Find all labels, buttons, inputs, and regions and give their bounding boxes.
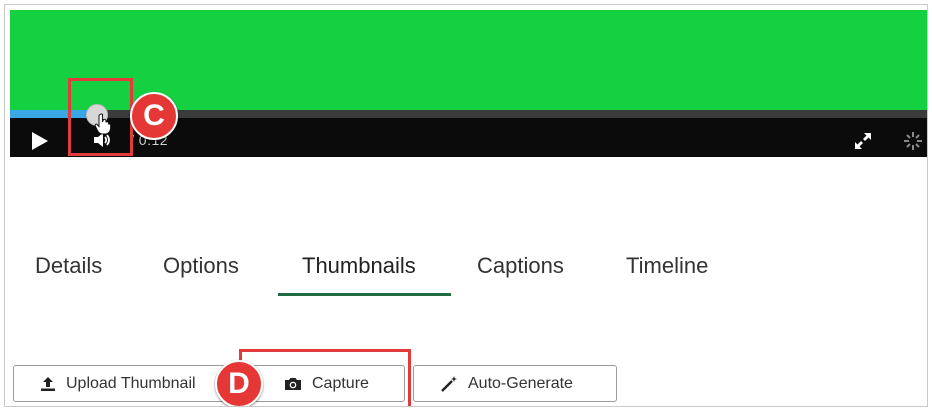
app-frame: / 0:12 C Details Options Thumbnails Capt…	[4, 4, 928, 407]
callout-badge-d: D	[215, 360, 263, 406]
tab-timeline[interactable]: Timeline	[626, 253, 708, 279]
tab-bar: Details Options Thumbnails Captions Time…	[5, 245, 927, 296]
play-icon[interactable]	[32, 132, 48, 150]
fullscreen-icon[interactable]	[853, 131, 873, 156]
auto-generate-button[interactable]: Auto-Generate	[413, 365, 617, 402]
callout-badge-c: C	[130, 92, 178, 140]
loading-spinner-icon	[903, 131, 923, 156]
upload-icon	[40, 376, 56, 392]
tab-captions[interactable]: Captions	[477, 253, 564, 279]
tab-thumbnails[interactable]: Thumbnails	[302, 253, 416, 279]
highlight-box-d	[239, 349, 411, 406]
upload-thumbnail-label: Upload Thumbnail	[66, 374, 196, 392]
hand-cursor-icon	[94, 113, 112, 140]
upload-thumbnail-button[interactable]: Upload Thumbnail	[13, 365, 227, 402]
tab-options[interactable]: Options	[163, 253, 239, 279]
auto-generate-label: Auto-Generate	[468, 374, 573, 392]
tab-details[interactable]: Details	[35, 253, 102, 279]
magic-wand-icon	[440, 375, 458, 393]
active-tab-indicator	[278, 293, 451, 296]
